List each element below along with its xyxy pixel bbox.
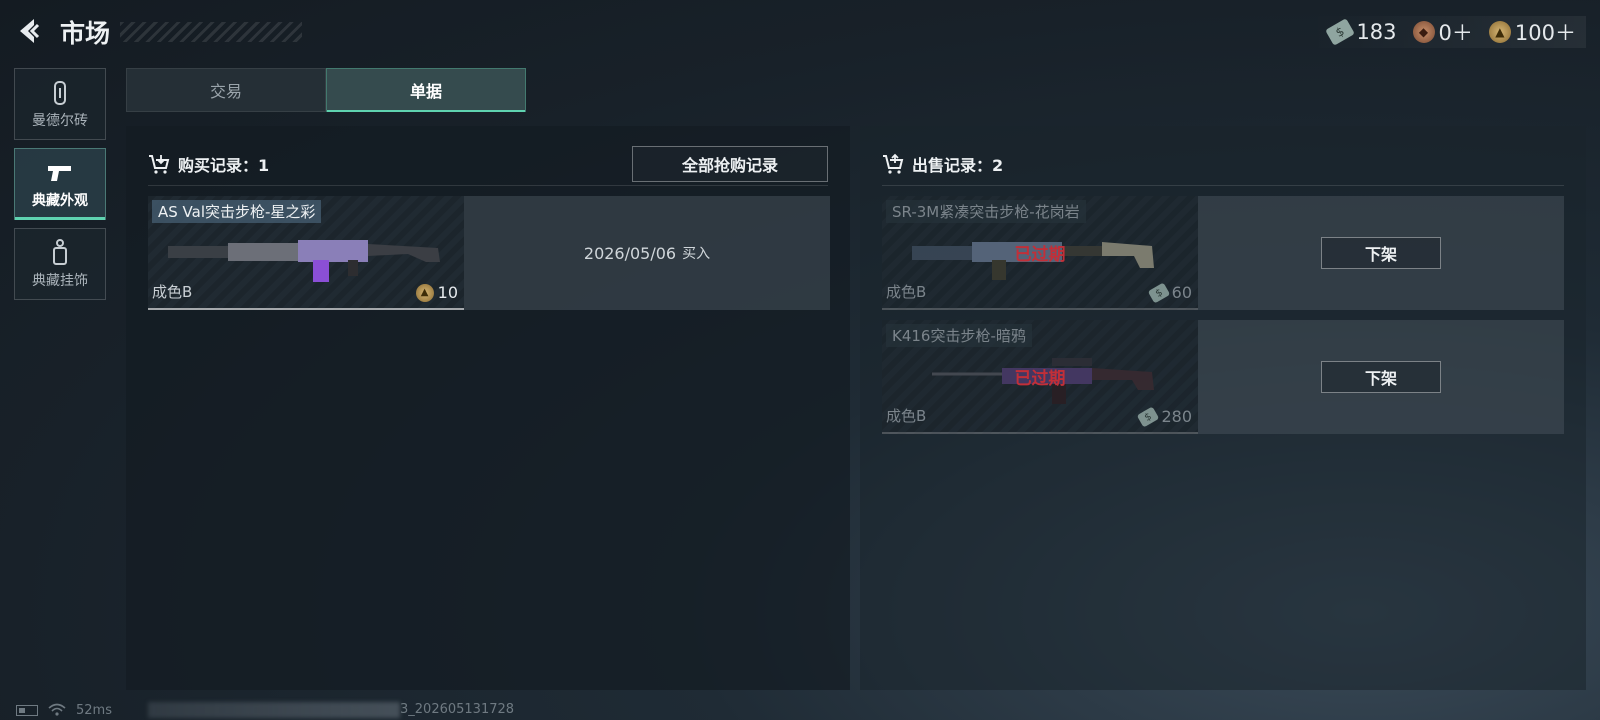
delist-button[interactable]: 下架: [1321, 361, 1441, 393]
item-thumbnail: AS Val突击步枪-星之彩 成色B ▲ 10: [148, 196, 464, 310]
cart-upload-icon: [883, 153, 904, 174]
back-button[interactable]: [14, 16, 44, 46]
build-id: 3_202605131728: [400, 702, 515, 717]
expired-status: 已过期: [1014, 369, 1066, 389]
purchase-records-panel: 购买记录：1 全部抢购记录 AS Val突击步枪-星之彩 成色B ▲ 10 20…: [126, 126, 850, 690]
market-tabs: 交易 单据: [126, 68, 526, 112]
cash-bill-icon: $: [1325, 18, 1356, 46]
category-sidebar: 曼德尔砖 典藏外观 典藏挂饰: [14, 68, 106, 308]
purchase-title: 购买记录：1: [148, 152, 269, 176]
mandel-brick-icon: [54, 81, 66, 105]
item-condition: 成色B: [152, 283, 193, 301]
price-value: 10: [437, 283, 458, 302]
item-price: ▲ 10: [415, 283, 458, 302]
sale-title-text: 出售记录：2: [912, 156, 1004, 175]
bronze-token-icon: ◆: [1412, 21, 1435, 43]
rifle-image: [168, 240, 440, 282]
item-name: SR-3M紧凑突击步枪-花岗岩: [886, 200, 1086, 223]
purchase-info: 2026/05/06 买入: [464, 196, 830, 310]
item-thumbnail: K416突击步枪-暗鸦 已过期 成色B $ 280: [882, 320, 1198, 434]
sale-actions: 下架: [1198, 320, 1564, 434]
price-value: 280: [1161, 407, 1192, 426]
item-name: AS Val突击步枪-星之彩: [152, 200, 322, 223]
sale-title: 出售记录：2: [882, 152, 1003, 176]
purchase-date: 2026/05/06: [583, 243, 677, 263]
purchase-title-text: 购买记录：1: [178, 156, 270, 175]
currency-value: 0＋: [1438, 21, 1473, 45]
sidebar-item-collection-skins[interactable]: 典藏外观: [14, 148, 106, 220]
cash-bill-icon: $: [1147, 281, 1170, 304]
purchase-header: 购买记录：1 全部抢购记录: [148, 146, 828, 186]
tab-orders[interactable]: 单据: [326, 68, 526, 112]
currency-value: 183: [1356, 20, 1397, 44]
expired-status: 已过期: [1014, 245, 1066, 265]
item-price: $ 280: [1137, 405, 1192, 428]
item-thumbnail: SR-3M紧凑突击步枪-花岗岩 已过期 成色B $ 60: [882, 196, 1198, 310]
sale-actions: 下架: [1198, 196, 1564, 310]
sale-record-card[interactable]: K416突击步枪-暗鸦 已过期 成色B $ 280 下架: [882, 320, 1564, 434]
cart-download-icon: [149, 155, 170, 174]
delist-button[interactable]: 下架: [1321, 237, 1441, 269]
pistol-icon: [48, 166, 71, 181]
tab-trade[interactable]: 交易: [126, 68, 326, 112]
currency-bronze[interactable]: ◆ 0＋: [1412, 17, 1473, 47]
cash-bill-icon: $: [1137, 405, 1160, 428]
sale-header: 出售记录：2: [882, 146, 1564, 186]
ping-value: 52ms: [76, 702, 112, 718]
title-decoration: [120, 22, 302, 42]
item-condition: 成色B: [886, 283, 927, 301]
item-condition: 成色B: [886, 407, 927, 425]
all-flash-purchase-records-button[interactable]: 全部抢购记录: [632, 146, 828, 182]
gold-coin-icon: ▲: [415, 283, 434, 302]
currency-cash[interactable]: $ 183: [1325, 18, 1397, 46]
currency-bar: $ 183 ◆ 0＋ ▲ 100＋: [1308, 16, 1586, 48]
currency-value: 100＋: [1514, 21, 1576, 45]
sidebar-item-label: 典藏挂饰: [32, 273, 88, 289]
currency-gold[interactable]: ▲ 100＋: [1488, 17, 1576, 47]
battery-icon: [16, 704, 38, 716]
wifi-icon: [48, 703, 66, 716]
system-status-bar: 52ms: [16, 700, 112, 720]
charm-tag-icon: [53, 239, 67, 265]
page-title: 市场: [60, 19, 111, 48]
item-name: K416突击步枪-暗鸦: [886, 324, 1032, 347]
purchase-record-card[interactable]: AS Val突击步枪-星之彩 成色B ▲ 10 2026/05/06 买入: [148, 196, 830, 310]
item-price: $ 60: [1147, 281, 1192, 304]
price-value: 60: [1171, 283, 1192, 302]
purchase-action: 买入: [682, 246, 711, 262]
gold-coin-icon: ▲: [1488, 21, 1511, 43]
sale-record-card[interactable]: SR-3M紧凑突击步枪-花岗岩 已过期 成色B $ 60 下架: [882, 196, 1564, 310]
sale-records-panel: 出售记录：2 SR-3M紧凑突击步枪-花岗岩 已过期 成色B $ 60 下架 K…: [860, 126, 1586, 690]
sidebar-item-collection-charms[interactable]: 典藏挂饰: [14, 228, 106, 300]
sidebar-item-label: 曼德尔砖: [32, 113, 88, 129]
top-bar: 市场 $ 183 ◆ 0＋ ▲ 100＋: [0, 0, 1600, 64]
redacted-id: [148, 702, 400, 718]
sidebar-item-mandel-brick[interactable]: 曼德尔砖: [14, 68, 106, 140]
back-arrow-icon: [20, 19, 40, 43]
sidebar-item-label: 典藏外观: [32, 193, 88, 209]
